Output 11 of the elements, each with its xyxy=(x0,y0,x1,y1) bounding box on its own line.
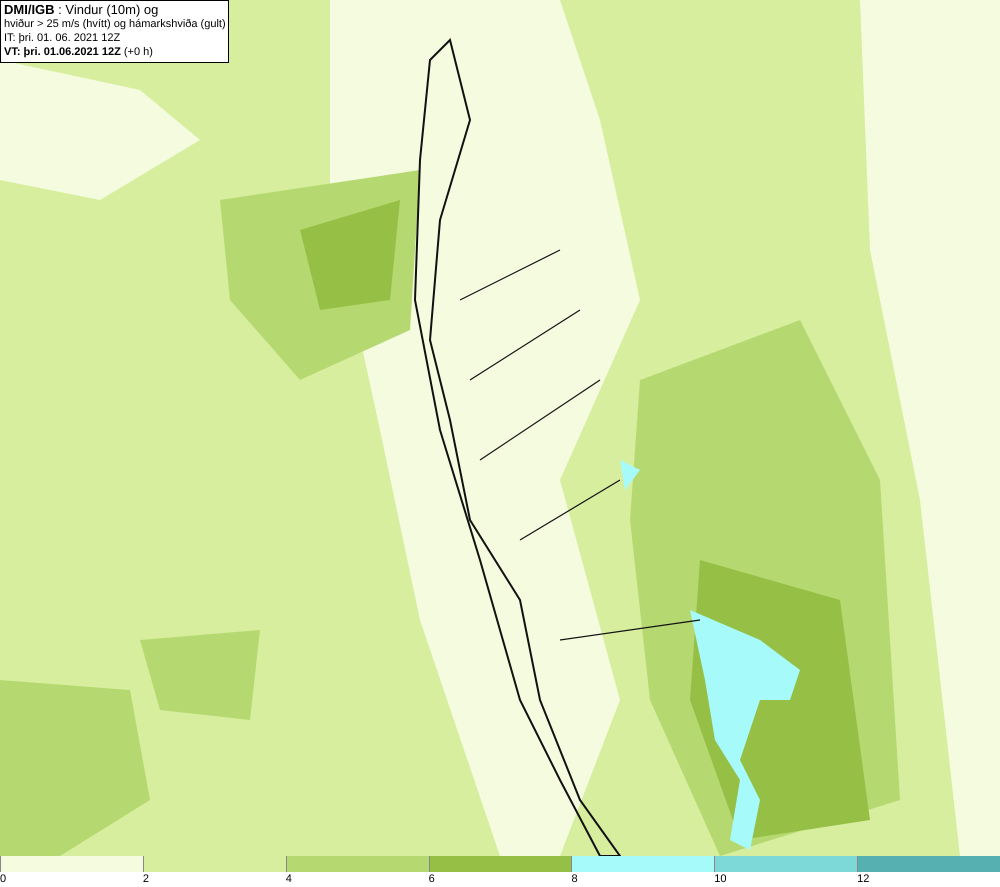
legend-label: 4 xyxy=(286,872,292,886)
legend-label: 2 xyxy=(142,872,149,886)
title-line: IT: þri. 01. 06. 2021 12Z xyxy=(4,31,122,45)
legend-label: 12 xyxy=(857,872,870,886)
legend-label: 8 xyxy=(571,872,578,886)
legend-label: 0 xyxy=(0,872,6,886)
title-line: hviður > 25 m/s (hvítt) og hámarkshviða (gult) xyxy=(4,17,225,31)
legend-label: 6 xyxy=(428,872,435,886)
title-line: DMI/IGB : Vindur (10m) og xyxy=(4,3,160,17)
legend-label: 10 xyxy=(714,872,727,886)
title-line: VT: þri. 01.06.2021 12Z (+0 h) xyxy=(4,45,154,59)
